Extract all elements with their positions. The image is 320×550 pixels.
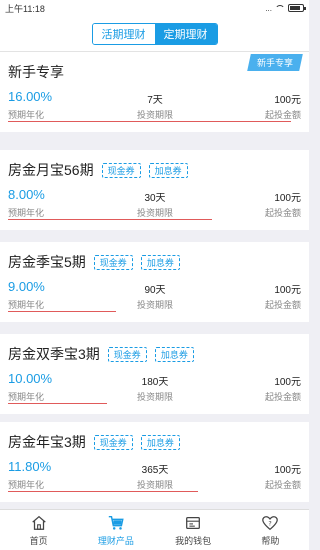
product-name: 房金双季宝3期 bbox=[8, 346, 100, 362]
investment-term-label: 投资期限 bbox=[136, 480, 173, 490]
status-icons: ... bbox=[265, 3, 306, 13]
investment-term-label: 投资期限 bbox=[136, 392, 173, 402]
help-icon: ? bbox=[262, 515, 279, 530]
product-card[interactable]: 新手专享 新手专享 16.00% 预期年化 7天 投资期限 100元 起投金额 bbox=[0, 52, 309, 132]
expected-rate: 16.00% bbox=[8, 89, 53, 104]
coupon-tag: 现金券 bbox=[93, 254, 133, 270]
min-investment: 100元 bbox=[274, 95, 301, 106]
investment-term: 7天 bbox=[147, 95, 163, 106]
tab-help[interactable]: ? 帮助 bbox=[232, 510, 309, 550]
segment-fixed-finance[interactable]: 定期理财 bbox=[154, 23, 217, 44]
min-investment-label: 起投金额 bbox=[264, 300, 301, 310]
expected-rate: 10.00% bbox=[8, 371, 53, 386]
product-name: 房金月宝56期 bbox=[8, 162, 94, 178]
product-name: 新手专享 bbox=[8, 64, 64, 80]
min-investment-label: 起投金额 bbox=[264, 208, 301, 218]
sale-progress-bar bbox=[8, 219, 291, 220]
min-investment: 100元 bbox=[274, 465, 301, 476]
investment-term: 30天 bbox=[144, 193, 166, 204]
coupon-tag: 加息券 bbox=[140, 434, 180, 450]
product-title-row: 房金季宝5期 现金券 加息券 bbox=[8, 252, 180, 272]
product-card[interactable]: 房金双季宝3期 现金券 加息券 10.00% 预期年化 180天投资期限 100元起投金额 bbox=[0, 334, 309, 414]
newbie-ribbon: 新手专享 bbox=[247, 54, 303, 71]
investment-term: 365天 bbox=[141, 465, 169, 476]
sale-progress-bar bbox=[8, 121, 291, 122]
sale-progress-fill bbox=[8, 311, 116, 312]
min-investment: 100元 bbox=[274, 285, 301, 296]
investment-term-label: 投资期限 bbox=[136, 300, 173, 310]
min-investment: 100元 bbox=[274, 193, 301, 204]
product-title-row: 房金双季宝3期 现金券 加息券 bbox=[8, 344, 194, 364]
wifi-icon bbox=[275, 4, 285, 12]
investment-term-label: 投资期限 bbox=[136, 110, 173, 120]
battery-icon bbox=[288, 4, 306, 12]
sale-progress-bar bbox=[8, 403, 291, 404]
min-investment: 100元 bbox=[274, 377, 301, 388]
coupon-tag: 加息券 bbox=[148, 162, 188, 178]
product-card[interactable]: 房金年宝3期 现金券 加息券 11.80% 预期年化 365天投资期限 100元起投金额 bbox=[0, 422, 309, 502]
min-investment-label: 起投金额 bbox=[264, 480, 301, 490]
segment-control: 活期理财 定期理财 bbox=[91, 22, 218, 45]
min-investment-label: 起投金额 bbox=[264, 110, 301, 120]
product-title-row: 新手专享 bbox=[8, 62, 64, 82]
tab-home[interactable]: 首页 bbox=[0, 510, 77, 550]
product-name: 房金年宝3期 bbox=[8, 434, 86, 450]
min-investment-label: 起投金额 bbox=[264, 392, 301, 402]
sale-progress-bar bbox=[8, 311, 291, 312]
ribbon-text: 新手专享 bbox=[256, 58, 293, 68]
coupon-tag: 加息券 bbox=[154, 346, 194, 362]
coupon-tag: 现金券 bbox=[101, 162, 141, 178]
product-title-row: 房金月宝56期 现金券 加息券 bbox=[8, 160, 188, 180]
header: 活期理财 定期理财 bbox=[0, 16, 309, 52]
sale-progress-fill bbox=[8, 491, 198, 492]
product-list[interactable]: 新手专享 新手专享 16.00% 预期年化 7天 投资期限 100元 起投金额 房金月宝56期现… bbox=[0, 52, 309, 509]
expected-rate-label: 预期年化 bbox=[8, 208, 45, 218]
tab-wallet-label: 我的钱包 bbox=[175, 535, 212, 546]
investment-term: 90天 bbox=[144, 285, 166, 296]
tab-products-label: 理财产品 bbox=[97, 535, 134, 546]
sale-progress-fill bbox=[8, 219, 212, 220]
expected-rate-label: 预期年化 bbox=[8, 480, 45, 490]
sale-progress-fill bbox=[8, 403, 108, 404]
investment-term: 180天 bbox=[141, 377, 169, 388]
status-time: 上午11:18 bbox=[5, 3, 45, 14]
tab-wallet[interactable]: 我的钱包 bbox=[155, 510, 232, 550]
investment-term-label: 投资期限 bbox=[136, 208, 173, 218]
tab-home-label: 首页 bbox=[29, 535, 48, 546]
sale-progress-fill bbox=[8, 121, 291, 122]
expected-rate: 11.80% bbox=[8, 459, 52, 474]
home-icon bbox=[31, 515, 46, 530]
coupon-tag: 现金券 bbox=[107, 346, 147, 362]
tab-bar: 首页 理财产品 我的钱包 ? 帮助 bbox=[0, 509, 309, 550]
tab-products[interactable]: 理财产品 bbox=[77, 510, 154, 550]
coupon-tag: 现金券 bbox=[93, 434, 133, 450]
sale-progress-bar bbox=[8, 491, 291, 492]
product-card[interactable]: 房金月宝56期 现金券 加息券 8.00% 预期年化 30天投资期限 100元起投金额 bbox=[0, 150, 309, 230]
tab-help-label: 帮助 bbox=[261, 535, 280, 546]
status-dots: ... bbox=[265, 3, 272, 13]
expected-rate: 9.00% bbox=[8, 279, 45, 294]
cart-icon bbox=[108, 515, 124, 530]
product-title-row: 房金年宝3期 现金券 加息券 bbox=[8, 432, 180, 452]
expected-rate: 8.00% bbox=[8, 187, 45, 202]
segment-current-finance[interactable]: 活期理财 bbox=[92, 23, 155, 44]
product-card[interactable]: 房金季宝5期 现金券 加息券 9.00% 预期年化 90天投资期限 100元起投金额 bbox=[0, 242, 309, 322]
expected-rate-label: 预期年化 bbox=[8, 300, 45, 310]
coupon-tag: 加息券 bbox=[140, 254, 180, 270]
expected-rate-label: 预期年化 bbox=[8, 392, 45, 402]
svg-text:?: ? bbox=[269, 520, 272, 527]
product-name: 房金季宝5期 bbox=[8, 254, 86, 270]
status-bar: 上午11:18 ... bbox=[0, 0, 309, 16]
expected-rate-label: 预期年化 bbox=[8, 110, 45, 120]
wallet-icon bbox=[186, 516, 201, 529]
